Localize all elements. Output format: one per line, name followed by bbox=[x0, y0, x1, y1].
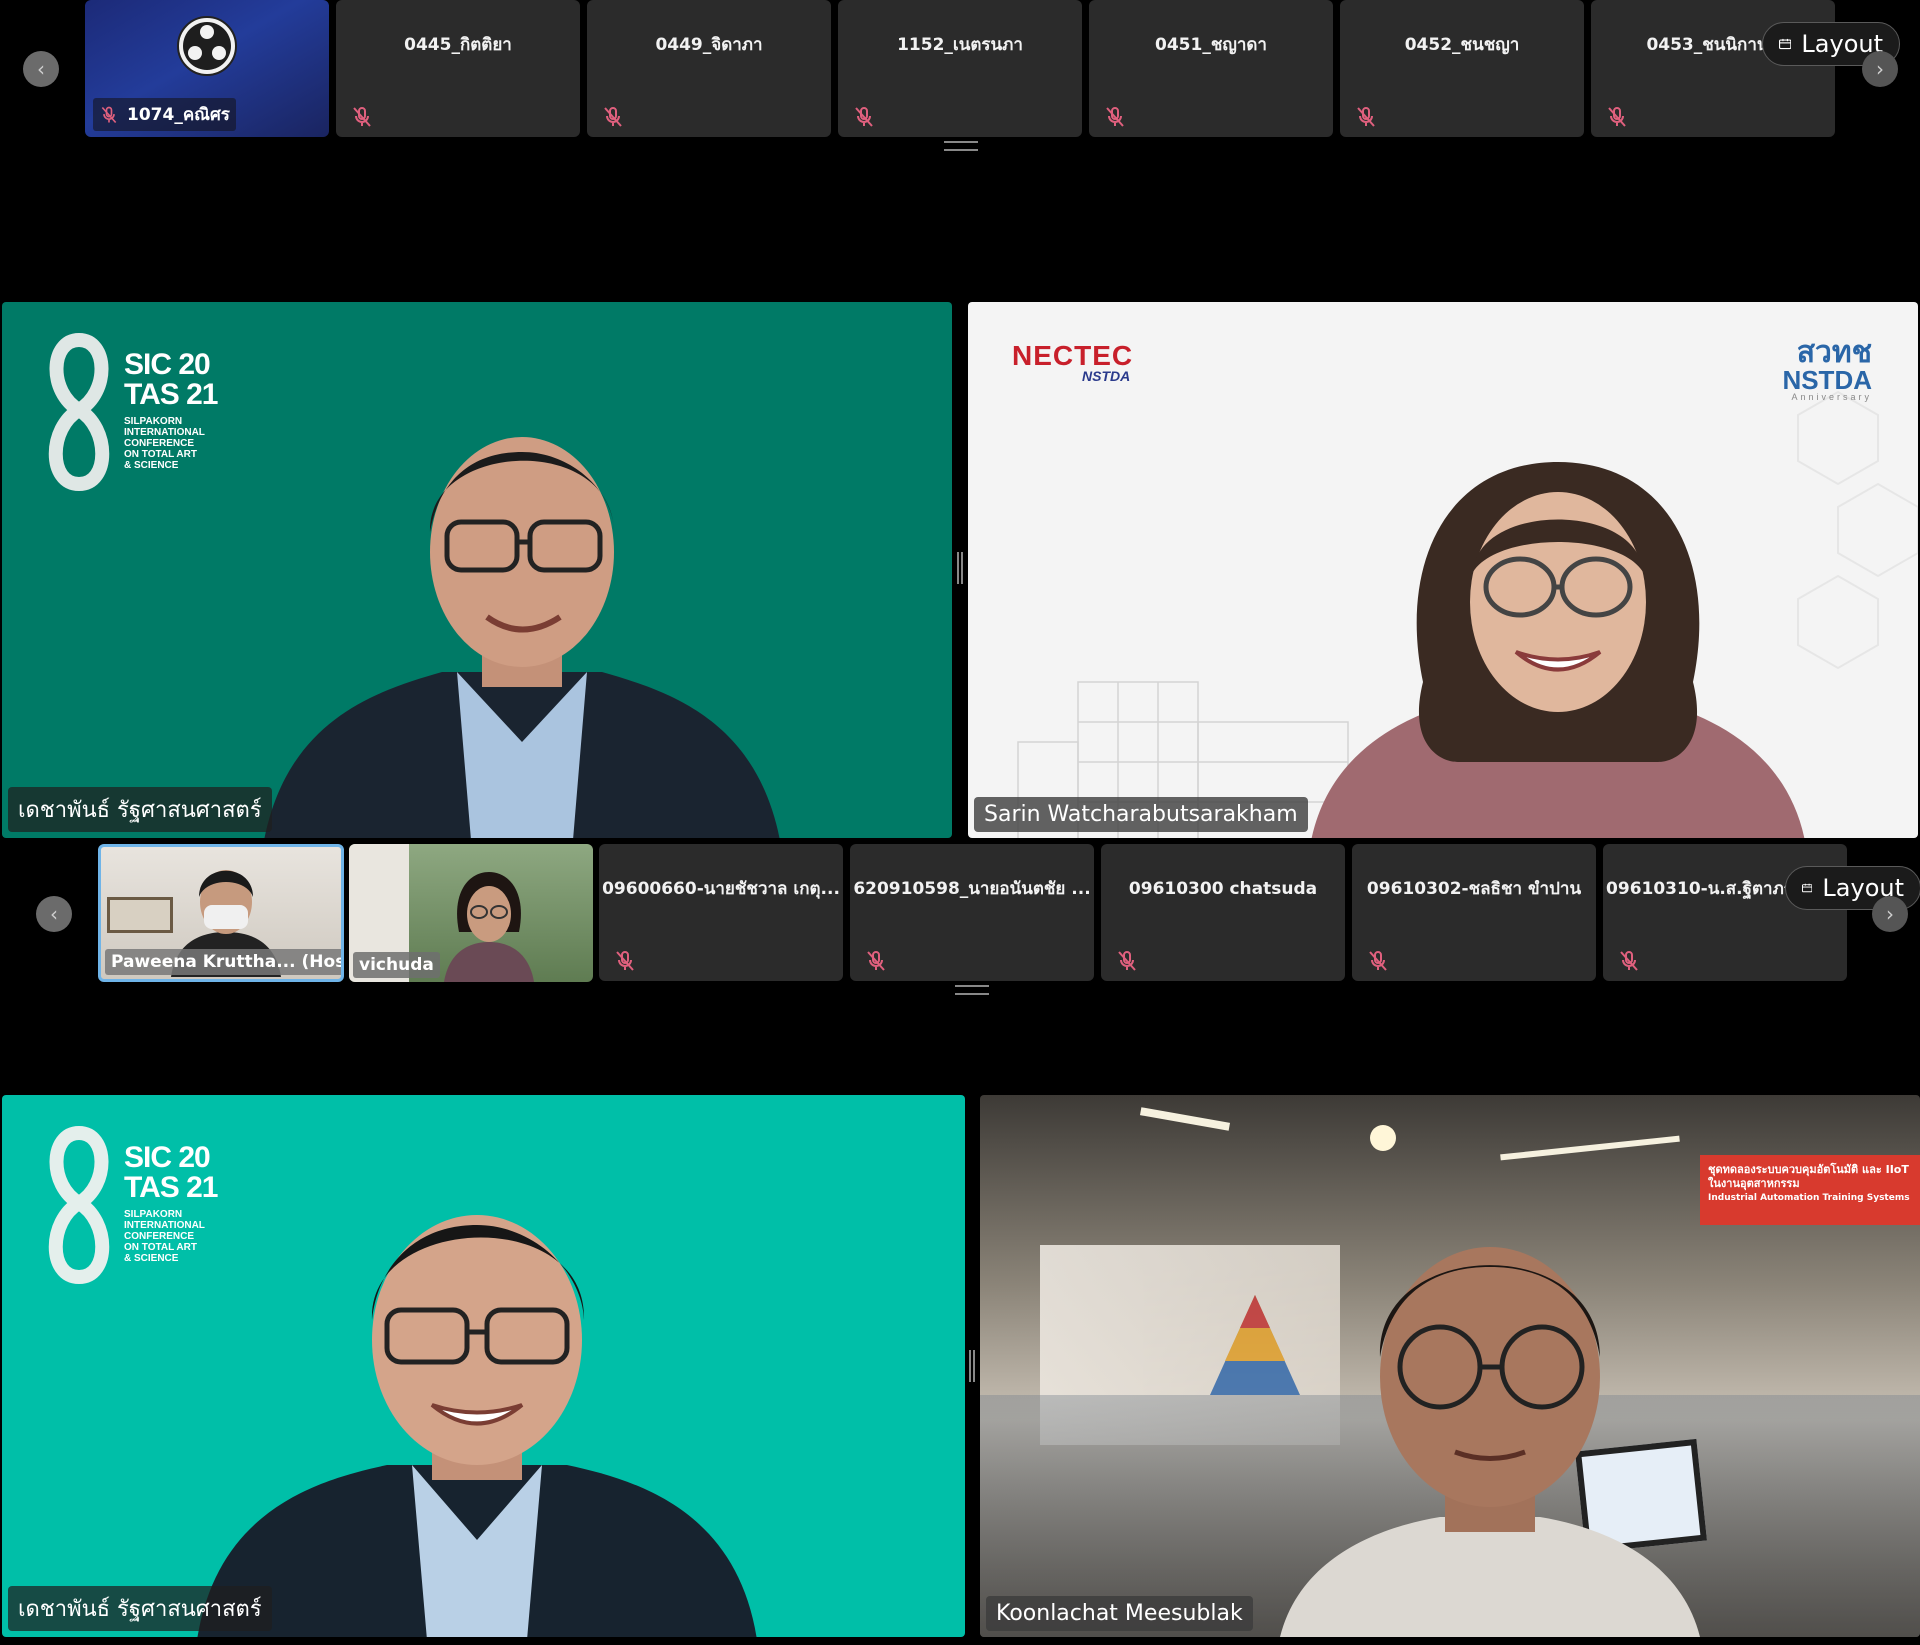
mic-muted-icon bbox=[1357, 107, 1375, 127]
mic-muted-icon bbox=[604, 107, 622, 127]
participant-name: 1152_เนตรนภา bbox=[897, 35, 1023, 55]
participant-name: 09610300 chatsuda bbox=[1128, 878, 1318, 899]
strip-prev-button[interactable]: ‹ bbox=[23, 51, 59, 87]
participant-video bbox=[264, 437, 780, 838]
logo-subtext: SILPAKORN INTERNATIONAL CONFERENCE ON TOTAL… bbox=[124, 416, 205, 471]
participant-thumb[interactable]: 09610302-ชลธิชา ขำปาน bbox=[1352, 844, 1596, 981]
ceiling-lights bbox=[1040, 1107, 1860, 1161]
eight-logo-icon bbox=[48, 332, 110, 492]
video-tile-top-right[interactable]: NECTEC NSTDA สวทช NSTDA Anniversary Sari… bbox=[968, 302, 1918, 838]
participant-thumb[interactable]: 1074_คณิศร bbox=[85, 0, 329, 137]
participant-thumb-host[interactable]: Paweena Kruttha... (Host...) bbox=[98, 844, 344, 982]
participant-name: 09600660-นายชัชวาล เกตุ... bbox=[602, 879, 840, 899]
participant-name: Paweena Kruttha... (Host...) bbox=[105, 949, 341, 975]
mic-muted-icon bbox=[616, 951, 634, 971]
mic-muted-icon bbox=[1369, 951, 1387, 971]
participant-thumb[interactable]: 09600660-นายชัชวาล เกตุ... bbox=[599, 844, 843, 981]
logo-line1: SIC 20 bbox=[124, 348, 211, 381]
wall-frame bbox=[107, 897, 173, 933]
video-tile-top-left[interactable]: SIC 20 TAS 21 SILPAKORN INTERNATIONAL CONF… bbox=[2, 302, 952, 838]
participant-video bbox=[1311, 462, 1805, 838]
participant-name: Koonlachat Meesublak bbox=[986, 1596, 1253, 1631]
strip-resize-handle[interactable] bbox=[944, 141, 978, 151]
participant-thumb[interactable]: 0449_จิดาภา bbox=[587, 0, 831, 137]
participant-name: 09610302-ชลธิชา ขำปาน bbox=[1366, 879, 1582, 899]
participant-thumb[interactable]: vichuda bbox=[349, 844, 593, 982]
participant-thumb[interactable]: 0445_กิตติยา bbox=[336, 0, 580, 137]
tile-splitter[interactable] bbox=[957, 552, 963, 584]
layout-icon bbox=[1802, 883, 1813, 893]
participant-thumb[interactable]: 0452_ชนชญา bbox=[1340, 0, 1584, 137]
participant-thumb[interactable]: 09610300 chatsuda bbox=[1101, 844, 1345, 981]
lab-banner: ชุดทดลองระบบควบคุมอัตโนมัติ และ IIoT ในง… bbox=[1700, 1155, 1920, 1225]
logo-line2: TAS 21 bbox=[124, 378, 218, 411]
mic-muted-icon bbox=[855, 107, 873, 127]
video-tile-bottom-right[interactable]: ชุดทดลองระบบควบคุมอัตโนมัติ และ IIoT ในง… bbox=[980, 1095, 1920, 1637]
layout-icon bbox=[1779, 38, 1792, 50]
tile-splitter[interactable] bbox=[969, 1350, 975, 1382]
mic-muted-icon bbox=[867, 951, 885, 971]
chevron-right-icon: › bbox=[1886, 902, 1894, 926]
participant-name: 0445_กิตติยา bbox=[404, 35, 512, 55]
strip-next-button[interactable]: › bbox=[1862, 51, 1898, 87]
sic-tas-logo: SIC 20 TAS 21 SILPAKORN INTERNATIONAL CONF… bbox=[40, 332, 218, 492]
participant-name: 0452_ชนชญา bbox=[1404, 35, 1520, 55]
participant-thumb[interactable]: 620910598_นายอนันตชัย ... bbox=[850, 844, 1094, 981]
mic-muted-icon bbox=[1106, 107, 1124, 127]
strip-next-button[interactable]: › bbox=[1872, 896, 1908, 932]
participant-name: vichuda bbox=[353, 952, 440, 978]
participant-name: 0449_จิดาภา bbox=[655, 35, 763, 55]
top-participant-strip: ‹ 1074_คณิศร 0445_กิตติยา 0449_จิดาภา 1152… bbox=[0, 0, 1920, 151]
chevron-right-icon: › bbox=[1876, 57, 1884, 81]
mic-muted-icon bbox=[1118, 951, 1136, 971]
participant-name: เดชาพันธ์ รัฐศาสนศาสตร์ bbox=[8, 1586, 272, 1631]
mic-muted-icon bbox=[1620, 951, 1638, 971]
participant-thumb[interactable]: 1152_เนตรนภา bbox=[838, 0, 1082, 137]
participant-name: Sarin Watcharabutsarakham bbox=[974, 797, 1308, 832]
video-tile-bottom-left[interactable]: SIC 20 TAS 21 SILPAKORN INTERNATIONAL CONF… bbox=[2, 1095, 965, 1637]
strip-prev-button[interactable]: ‹ bbox=[36, 896, 72, 932]
participant-video bbox=[444, 872, 534, 982]
chevron-left-icon: ‹ bbox=[50, 902, 58, 926]
participant-video bbox=[197, 1215, 757, 1637]
obs-logo-icon bbox=[177, 16, 237, 76]
chevron-left-icon: ‹ bbox=[37, 57, 45, 81]
mic-muted-icon bbox=[353, 107, 371, 127]
participant-video bbox=[1280, 1247, 1700, 1637]
participant-thumb[interactable]: 0451_ชญาดา bbox=[1089, 0, 1333, 137]
nectec-logo: NECTEC NSTDA bbox=[1012, 340, 1134, 384]
logo-line1: SIC 20 bbox=[124, 1141, 211, 1174]
participant-name: 620910598_นายอนันตชัย ... bbox=[853, 879, 1091, 899]
eight-logo-icon bbox=[48, 1125, 110, 1285]
participant-thumb[interactable]: 0453_ชนนิกานต์ bbox=[1591, 0, 1835, 137]
participant-name: 1074_คณิศร bbox=[93, 98, 236, 131]
mic-muted-icon bbox=[1608, 107, 1626, 127]
participant-name: เดชาพันธ์ รัฐศาสนศาสตร์ bbox=[8, 787, 272, 832]
strip-resize-handle[interactable] bbox=[955, 985, 989, 995]
participant-thumb[interactable]: 09610310-น.ส.ฐิตาภรณ์ จ... bbox=[1603, 844, 1847, 981]
mic-muted-icon bbox=[101, 106, 117, 123]
nstda-anniversary-logo: สวทช NSTDA Anniversary bbox=[1782, 336, 1872, 403]
middle-participant-strip: ‹ Paweena Kruttha... (Host...) vichuda 0… bbox=[0, 844, 1920, 995]
participant-name: 0451_ชญาดา bbox=[1155, 35, 1267, 55]
